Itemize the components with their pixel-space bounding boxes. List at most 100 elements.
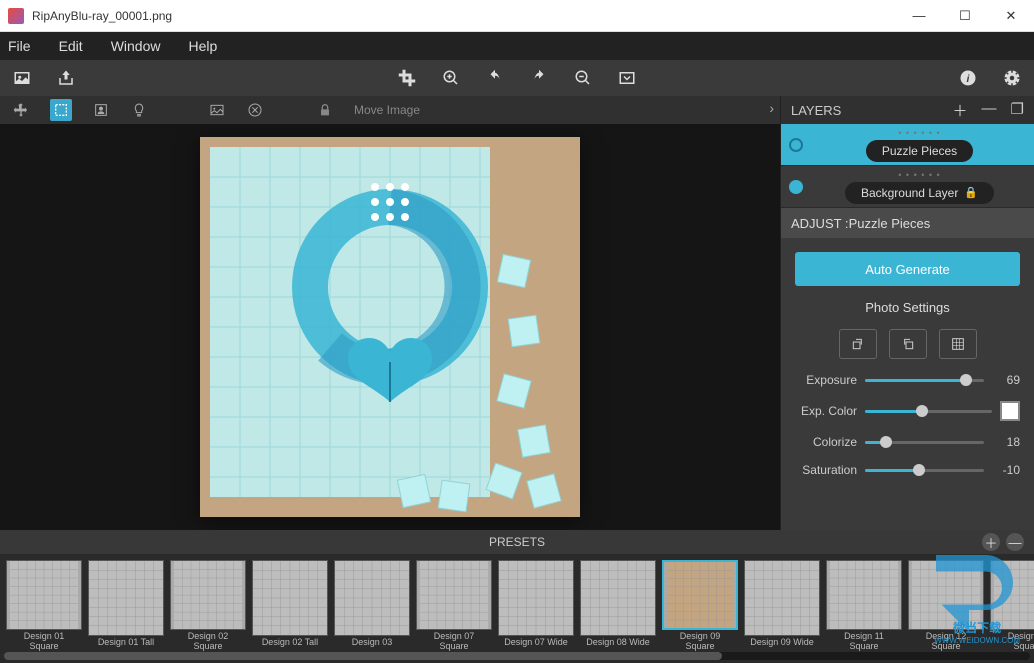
preset-label: Design 01 Tall	[98, 638, 154, 648]
preset-thumb[interactable]	[252, 560, 328, 636]
color-swatch[interactable]	[1000, 401, 1020, 421]
crop-icon[interactable]	[397, 68, 417, 88]
preset-item[interactable]: Design 02 Tall	[252, 560, 328, 652]
preset-label: Design 09 Wide	[750, 638, 814, 648]
presets-title: PRESETS	[489, 535, 545, 549]
preset-label: Design 12 Square	[926, 632, 967, 652]
preset-item[interactable]: Design 11 Square	[826, 560, 902, 652]
layer-visibility-icon[interactable]	[789, 180, 803, 194]
preset-label: Design 13 Square	[1008, 632, 1034, 652]
preset-label: Design 01 Square	[24, 632, 65, 652]
preset-thumb[interactable]	[498, 560, 574, 636]
slider-value: 18	[992, 435, 1020, 449]
preset-thumb[interactable]	[990, 560, 1034, 630]
layer-remove-icon[interactable]: —	[982, 100, 997, 121]
zoom-out-icon[interactable]	[573, 68, 593, 88]
layer-grip-icon[interactable]: • • • • • •	[898, 170, 940, 180]
layer-row-puzzle[interactable]: • • • • • • Puzzle Pieces	[781, 124, 1034, 166]
open-icon[interactable]	[12, 68, 32, 88]
preset-strip[interactable]: Design 01 Square Design 01 Tall Design 02 …	[0, 554, 1034, 652]
layer-row-background[interactable]: • • • • • • Background Layer 🔒	[781, 166, 1034, 208]
preset-label: Design 07 Wide	[504, 638, 568, 648]
toolbar: i	[0, 60, 1034, 96]
image-tool-icon[interactable]	[208, 101, 226, 119]
presets-header: PRESETS ＋ —	[0, 530, 1034, 554]
menubar: File Edit Window Help	[0, 32, 1034, 60]
window-title: RipAnyBlu-ray_00001.png	[32, 9, 896, 23]
layer-name: Puzzle Pieces	[882, 144, 957, 158]
preset-thumb[interactable]	[662, 560, 738, 630]
colorize-slider[interactable]: Colorize 18	[795, 435, 1020, 449]
app-icon	[8, 8, 24, 24]
menu-window[interactable]: Window	[111, 38, 161, 54]
preset-thumb[interactable]	[580, 560, 656, 636]
redo-icon[interactable]	[529, 68, 549, 88]
preset-item[interactable]: Design 08 Wide	[580, 560, 656, 652]
preset-item[interactable]: Design 03	[334, 560, 410, 652]
photo-settings-title: Photo Settings	[795, 300, 1020, 315]
preset-thumb[interactable]	[170, 560, 246, 630]
preset-item[interactable]: Design 13 Square	[990, 560, 1034, 652]
preset-label: Design 02 Tall	[262, 638, 318, 648]
preset-item[interactable]: Design 09 Square	[662, 560, 738, 652]
close-button[interactable]: ✕	[988, 0, 1034, 32]
zoom-in-icon[interactable]	[441, 68, 461, 88]
slider-value: -10	[992, 463, 1020, 477]
menu-help[interactable]: Help	[188, 38, 217, 54]
sidebar-toggle-icon[interactable]: ›	[769, 100, 774, 116]
undo-icon[interactable]	[485, 68, 505, 88]
rotate-left-button[interactable]	[839, 329, 877, 359]
preset-thumb[interactable]	[334, 560, 410, 636]
exposure-slider[interactable]: Exposure 69	[795, 373, 1020, 387]
layer-grip-icon[interactable]: • • • • • •	[898, 128, 940, 138]
select-tool-icon[interactable]	[50, 99, 72, 121]
slider-label: Exposure	[795, 373, 857, 387]
auto-generate-button[interactable]: Auto Generate	[795, 252, 1020, 286]
preset-thumb[interactable]	[908, 560, 984, 630]
preset-label: Design 11 Square	[844, 632, 884, 652]
preset-remove-icon[interactable]: —	[1006, 533, 1024, 551]
info-icon[interactable]: i	[958, 68, 978, 88]
maximize-button[interactable]: ☐	[942, 0, 988, 32]
fit-icon[interactable]	[617, 68, 637, 88]
slider-value: 69	[992, 373, 1020, 387]
menu-file[interactable]: File	[8, 38, 31, 54]
canvas-area[interactable]	[0, 124, 780, 530]
settings-icon[interactable]	[1002, 68, 1022, 88]
preset-item[interactable]: Design 12 Square	[908, 560, 984, 652]
preset-item[interactable]: Design 09 Wide	[744, 560, 820, 652]
minimize-button[interactable]: —	[896, 0, 942, 32]
preset-item[interactable]: Design 07 Wide	[498, 560, 574, 652]
preset-item[interactable]: Design 01 Square	[6, 560, 82, 652]
preset-item[interactable]: Design 07 Square	[416, 560, 492, 652]
grid-button[interactable]	[939, 329, 977, 359]
layers-header: LAYERS ＋ — ❐	[781, 96, 1034, 124]
preset-add-icon[interactable]: ＋	[982, 533, 1000, 551]
preset-scrollbar[interactable]	[4, 652, 1030, 660]
exp-color-slider[interactable]: Exp. Color	[795, 401, 1020, 421]
canvas-tool-label: Move Image	[354, 103, 420, 117]
move-tool-icon[interactable]	[12, 101, 30, 119]
preset-thumb[interactable]	[416, 560, 492, 630]
canvas-tools: Move Image ›	[0, 96, 780, 124]
preset-thumb[interactable]	[826, 560, 902, 630]
delete-tool-icon[interactable]	[246, 101, 264, 119]
layer-visibility-icon[interactable]	[789, 138, 803, 152]
sidebar: LAYERS ＋ — ❐ • • • • • • Puzzle Pieces •…	[780, 96, 1034, 530]
preset-thumb[interactable]	[744, 560, 820, 636]
slider-label: Colorize	[795, 435, 857, 449]
preset-item[interactable]: Design 02 Square	[170, 560, 246, 652]
save-icon[interactable]	[56, 68, 76, 88]
layer-add-icon[interactable]: ＋	[953, 100, 968, 121]
bulb-tool-icon[interactable]	[130, 101, 148, 119]
menu-edit[interactable]: Edit	[59, 38, 83, 54]
preset-label: Design 02 Square	[188, 632, 229, 652]
lock-tool-icon[interactable]	[316, 101, 334, 119]
preset-thumb[interactable]	[88, 560, 164, 636]
portrait-tool-icon[interactable]	[92, 101, 110, 119]
preset-item[interactable]: Design 01 Tall	[88, 560, 164, 652]
layer-duplicate-icon[interactable]: ❐	[1011, 100, 1024, 121]
saturation-slider[interactable]: Saturation -10	[795, 463, 1020, 477]
preset-thumb[interactable]	[6, 560, 82, 630]
rotate-right-button[interactable]	[889, 329, 927, 359]
